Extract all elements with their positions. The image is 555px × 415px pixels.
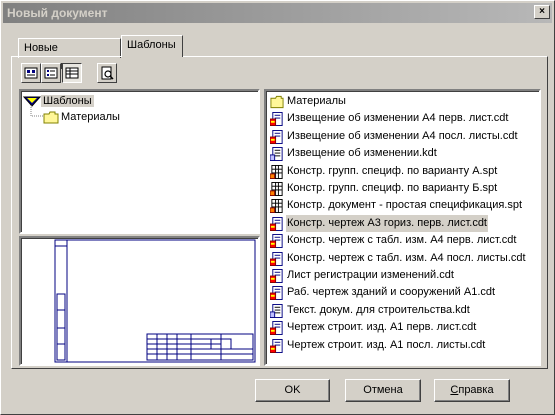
close-button[interactable]: × <box>534 5 550 19</box>
list-item-label: Констр. групп. специф. по варианту А.spt <box>287 164 498 177</box>
cdt-file-icon <box>270 286 283 301</box>
cdt-file-icon <box>270 269 283 283</box>
cdt-file-icon <box>270 216 283 231</box>
list-item-label: Лист регистрации изменений.cdt <box>287 269 454 281</box>
list-item-label: Материалы <box>287 95 346 107</box>
list-item-label: Извещение об изменении А4 посл. листы.cd… <box>287 129 518 142</box>
ok-button-label: OK <box>284 384 301 396</box>
folder-icon <box>43 111 59 124</box>
close-icon: × <box>539 6 545 17</box>
tab-templates[interactable]: Шаблоны <box>121 35 183 57</box>
title-bar[interactable]: Новый документ × <box>3 3 552 23</box>
template-file-list[interactable]: Материалы Извещение об изменении А4 перв.… <box>264 89 541 366</box>
cdt-file-icon <box>270 251 283 266</box>
list-item-label: Текст. докум. для строительства.kdt <box>287 303 470 316</box>
cdt-file-icon <box>270 129 283 144</box>
cdt-file-icon <box>270 321 283 336</box>
cdt-file-icon <box>270 112 283 127</box>
list-item-label: Констр. чертеж с табл. изм. А4 перв. лис… <box>287 234 517 247</box>
kdt-file-icon <box>270 147 283 162</box>
preview-icon <box>101 66 114 80</box>
details-view-button[interactable] <box>62 63 82 83</box>
tree-item-label: Материалы <box>61 111 120 123</box>
new-document-dialog: Новый документ × Новые документы Шаблоны <box>0 0 555 415</box>
tree-item-materials[interactable]: Материалы <box>43 109 122 125</box>
cancel-button[interactable]: Отмена <box>345 379 421 402</box>
spt-file-icon <box>270 182 283 196</box>
folder-icon <box>270 95 284 109</box>
list-view-button[interactable] <box>41 63 61 83</box>
list-view-icon <box>44 67 58 79</box>
list-item-label: Извещение об изменении.kdt <box>287 147 437 160</box>
large-icons-view-icon <box>24 67 38 79</box>
list-item-label: Констр. групп. специф. по варианту Б.spt <box>287 182 498 194</box>
cdt-file-icon <box>270 338 283 353</box>
ok-button[interactable]: OK <box>255 379 330 402</box>
spt-file-icon <box>270 164 283 179</box>
spt-file-icon <box>270 199 283 214</box>
cdt-file-icon <box>270 234 283 249</box>
kdt-file-icon <box>270 303 283 318</box>
template-preview <box>19 236 260 366</box>
drawing-sheet-preview <box>54 239 256 363</box>
list-item-label: Констр. чертеж с табл. изм. А4 посл. лис… <box>287 251 526 264</box>
large-icons-view-button[interactable] <box>21 63 41 83</box>
list-item-label: Чертеж строит. изд. А1 посл. листы.cdt <box>287 338 486 351</box>
list-item-label: Констр. документ - простая спецификация.… <box>287 199 523 212</box>
list-item-label: Извещение об изменении А4 перв. лист.cdt <box>287 112 509 125</box>
tab-new-documents[interactable]: Новые документы <box>18 38 121 72</box>
help-button-label: правка <box>458 384 494 396</box>
list-item-label: Чертеж строит. изд. А1 перв. лист.cdt <box>287 321 477 334</box>
tab-templates-label: Шаблоны <box>127 39 176 51</box>
list-item-label: Раб. чертеж зданий и сооружений А1.cdt <box>287 286 496 299</box>
folder-tree[interactable]: Шаблоны Материалы <box>19 89 260 234</box>
details-view-icon <box>65 67 79 79</box>
help-button[interactable]: Справка <box>434 379 510 402</box>
dialog-title: Новый документ <box>7 6 108 20</box>
cancel-button-label: Отмена <box>363 384 403 396</box>
list-item-label: Констр. чертеж А3 гориз. перв. лист.cdt <box>286 214 488 232</box>
preview-button[interactable] <box>97 63 117 83</box>
